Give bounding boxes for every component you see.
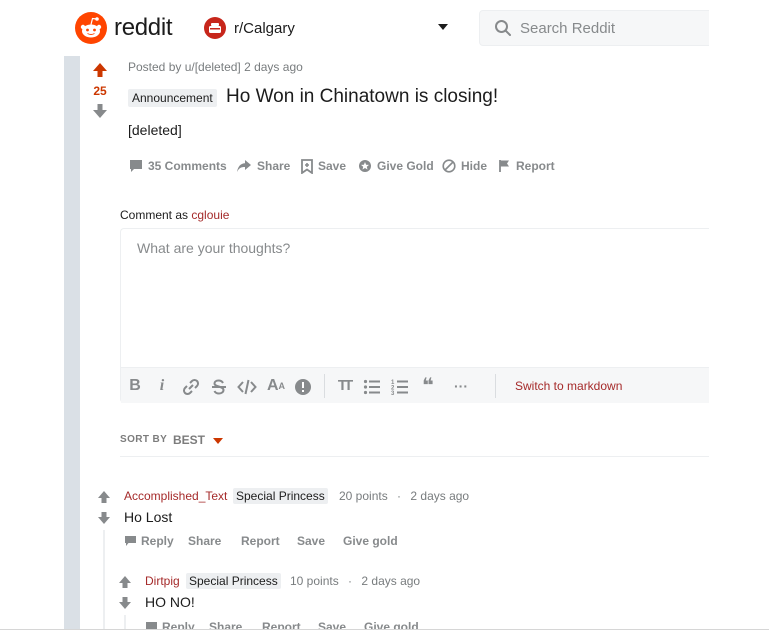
quote-button[interactable]: ❝ xyxy=(418,376,438,396)
comment-as-text: Comment as xyxy=(120,208,189,222)
comments-label: 35 Comments xyxy=(148,159,227,173)
comment-save-button[interactable]: Save xyxy=(297,534,325,548)
comment-share-button[interactable]: Share xyxy=(188,534,221,548)
reply-meta: 10 points · 2 days ago xyxy=(290,574,420,588)
superscript-letter: A xyxy=(266,377,279,394)
comment-editor[interactable]: What are your thoughts? B i AA TT 1 2 3 … xyxy=(120,228,709,403)
bold-button[interactable]: B xyxy=(128,376,142,396)
post-meta: Posted by u/[deleted] 2 days ago xyxy=(128,60,303,74)
comment-points: 20 points xyxy=(339,489,388,503)
give-gold-label: Give Gold xyxy=(377,159,434,173)
hide-icon xyxy=(442,159,456,173)
comment-time[interactable]: 2 days ago xyxy=(410,489,469,503)
flag-icon xyxy=(499,160,509,172)
reddit-logo-icon[interactable] xyxy=(75,12,107,44)
comment-report-button[interactable]: Report xyxy=(241,534,280,548)
link-icon[interactable] xyxy=(181,377,201,397)
thread-line[interactable] xyxy=(103,530,105,629)
top-header: reddit r/Calgary Search Reddit xyxy=(0,0,769,56)
meta-separator: · xyxy=(397,489,402,503)
share-arrow-icon xyxy=(237,160,251,172)
svg-text:3: 3 xyxy=(391,391,395,397)
hide-label: Hide xyxy=(461,159,488,173)
superscript-small-letter: A xyxy=(278,381,286,391)
comment-flair: Special Princess xyxy=(233,488,328,504)
post-flair[interactable]: Announcement xyxy=(128,89,217,107)
reply-label: Reply xyxy=(141,534,174,548)
reply-author[interactable]: Dirtpig xyxy=(145,574,180,588)
spoiler-alert-icon[interactable] xyxy=(294,377,312,397)
comment-icon xyxy=(130,160,142,172)
meta-separator: · xyxy=(348,574,353,588)
report-button[interactable]: Report xyxy=(498,159,555,173)
left-gutter xyxy=(64,56,80,636)
comment-as-username[interactable]: cglouie xyxy=(191,208,229,222)
comment-textarea[interactable]: What are your thoughts? xyxy=(137,239,290,257)
comments-button[interactable]: 35 Comments xyxy=(129,159,227,173)
sort-label: SORT BY xyxy=(120,434,168,445)
superscript-button[interactable]: AA xyxy=(266,376,286,396)
comment-author[interactable]: Accomplished_Text xyxy=(124,489,227,503)
hide-button[interactable]: Hide xyxy=(442,159,487,173)
save-button[interactable]: Save xyxy=(301,158,347,174)
toolbar-separator xyxy=(324,374,325,398)
comment-downvote-arrow-icon[interactable] xyxy=(97,511,111,525)
upvote-arrow-icon[interactable] xyxy=(92,62,108,78)
italic-button[interactable]: i xyxy=(157,376,167,396)
reply-upvote-arrow-icon[interactable] xyxy=(118,575,132,589)
post-vote-count: 25 xyxy=(93,84,107,98)
strikethrough-icon[interactable] xyxy=(210,377,228,397)
subreddit-icon xyxy=(204,17,226,39)
share-button[interactable]: Share xyxy=(236,159,290,173)
page-right-margin xyxy=(709,0,769,636)
reply-thread-line[interactable] xyxy=(124,615,126,629)
comment-text: Ho Lost xyxy=(124,509,173,525)
reply-time[interactable]: 2 days ago xyxy=(361,574,420,588)
viewport-bottom-strip xyxy=(0,630,769,636)
comment-icon xyxy=(125,536,136,546)
subreddit-dropdown-chevron-down-icon[interactable] xyxy=(438,24,448,30)
sort-dropdown[interactable]: BEST xyxy=(173,433,205,447)
toolbar-separator xyxy=(495,374,496,398)
reply-points: 10 points xyxy=(290,574,339,588)
heading-button[interactable]: TT xyxy=(334,376,354,396)
code-icon[interactable] xyxy=(237,377,257,397)
share-label: Share xyxy=(257,159,291,173)
post-title: Ho Won in Chinatown is closing! xyxy=(226,86,499,107)
more-options-button[interactable]: ··· xyxy=(451,376,471,396)
editor-toolbar: B i AA TT 1 2 3 ❝ ··· Switch to markdown xyxy=(121,367,709,403)
bookmark-plus-icon xyxy=(301,158,313,174)
save-label: Save xyxy=(318,159,347,173)
section-divider xyxy=(120,456,709,457)
subreddit-name[interactable]: r/Calgary xyxy=(234,20,295,38)
reddit-wordmark[interactable]: reddit xyxy=(114,12,173,44)
post-body: [deleted] xyxy=(128,122,182,138)
comment-as-label: Comment as cglouie xyxy=(120,208,229,222)
bulleted-list-icon[interactable] xyxy=(363,377,381,397)
reply-downvote-arrow-icon[interactable] xyxy=(118,596,132,610)
give-gold-button[interactable]: Give Gold xyxy=(358,159,434,173)
comment-upvote-arrow-icon[interactable] xyxy=(97,490,111,504)
sort-chevron-down-icon[interactable] xyxy=(213,438,223,444)
comment-give-gold-button[interactable]: Give gold xyxy=(343,534,398,548)
search-icon xyxy=(495,20,511,36)
reply-button[interactable]: Reply xyxy=(124,534,174,548)
numbered-list-icon[interactable]: 1 2 3 xyxy=(391,377,409,397)
reply-flair: Special Princess xyxy=(186,573,281,589)
downvote-arrow-icon[interactable] xyxy=(92,103,108,119)
search-input[interactable]: Search Reddit xyxy=(520,20,615,38)
gold-award-icon xyxy=(359,160,371,172)
switch-to-markdown-button[interactable]: Switch to markdown xyxy=(515,378,622,394)
report-label: Report xyxy=(516,159,555,173)
reply-text: HO NO! xyxy=(145,594,195,610)
comment-meta: 20 points · 2 days ago xyxy=(339,489,469,503)
search-bar[interactable]: Search Reddit xyxy=(479,10,719,46)
